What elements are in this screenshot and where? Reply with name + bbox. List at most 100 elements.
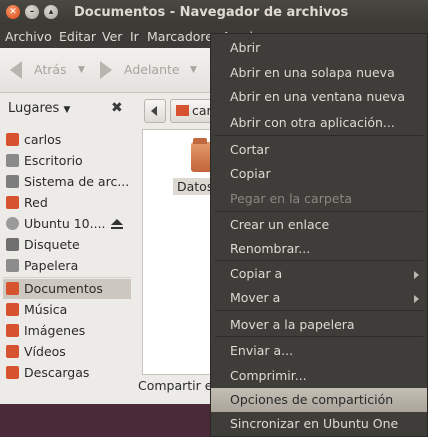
back-button[interactable]: Atrás (34, 62, 67, 77)
submenu-arrow-icon (414, 271, 419, 279)
menu-item-open-in-window[interactable]: Abrir en una ventana nueva (211, 85, 427, 109)
sidebar-item-label: carlos (24, 132, 62, 147)
documents-folder-icon (6, 282, 19, 295)
floppy-icon (6, 238, 19, 251)
menu-item-label: Copiar a (230, 266, 283, 281)
menu-item-label: Abrir en una solapa nueva (230, 65, 395, 80)
network-icon (6, 196, 19, 209)
status-bar-text: Compartir e (138, 378, 213, 393)
sidebar-item-imagenes[interactable]: Imágenes (3, 321, 131, 341)
back-arrow-icon (10, 61, 22, 79)
menu-item-label: Comprimir... (230, 368, 307, 383)
sidebar-item-escritorio[interactable]: Escritorio (3, 151, 131, 171)
close-window-button[interactable]: ✕ (6, 5, 20, 19)
eject-icon[interactable] (111, 219, 123, 229)
sidebar-item-red[interactable]: Red (3, 193, 131, 213)
sidebar-item-label: Sistema de arc... (24, 174, 130, 189)
downloads-folder-icon (6, 366, 19, 379)
sidebar-item-label: Música (24, 302, 68, 317)
back-history-chevron-icon[interactable]: ▼ (78, 65, 85, 75)
menu-ver[interactable]: Ver (102, 29, 122, 44)
sidebar-item-label: Imágenes (24, 323, 86, 338)
menu-item-cut[interactable]: Cortar (211, 138, 427, 162)
menu-item-label: Abrir con otra aplicación... (230, 115, 395, 130)
trash-icon (6, 259, 19, 272)
home-folder-icon (6, 133, 19, 146)
menu-item-move-to[interactable]: Mover a (211, 286, 427, 310)
chevron-down-icon: ▼ (63, 105, 71, 115)
forward-history-chevron-icon[interactable]: ▼ (190, 65, 197, 75)
title-bar: ✕ – ▴ Documentos - Navegador de archivos (0, 0, 428, 26)
menu-item-open-in-tab[interactable]: Abrir en una solapa nueva (211, 61, 427, 85)
menu-item-rename[interactable]: Renombrar... (211, 237, 427, 261)
menu-item-make-link[interactable]: Crear un enlace (211, 213, 427, 237)
minimize-window-button[interactable]: – (25, 5, 39, 19)
menu-item-label: Pegar en la carpeta (230, 191, 353, 206)
menu-item-compress[interactable]: Comprimir... (211, 364, 427, 388)
path-button-label: car (192, 103, 212, 118)
menu-archivo[interactable]: Archivo (5, 29, 52, 44)
menu-item-label: Mover a la papelera (230, 317, 355, 332)
sidebar-item-ubuntu-cd[interactable]: Ubuntu 10.... (3, 214, 131, 234)
menu-separator (215, 135, 423, 136)
menu-editar[interactable]: Editar (59, 29, 96, 44)
places-selector[interactable]: Lugares ▼ (8, 101, 70, 116)
menu-separator (215, 310, 423, 311)
sidebar-item-disquete[interactable]: Disquete (3, 235, 131, 255)
menu-item-label: Crear un enlace (230, 217, 330, 232)
menu-item-paste-into-folder: Pegar en la carpeta (211, 187, 427, 211)
menu-item-label: Mover a (230, 290, 281, 305)
maximize-window-button[interactable]: ▴ (44, 5, 58, 19)
submenu-arrow-icon (414, 295, 419, 303)
places-sidebar: Lugares ▼ ✖ carlos Escritorio Sistema de… (0, 93, 133, 404)
sidebar-item-papelera[interactable]: Papelera (3, 256, 131, 276)
menu-item-move-to-trash[interactable]: Mover a la papelera (211, 313, 427, 337)
desktop-icon (6, 154, 19, 167)
menu-item-abrir[interactable]: Abrir (211, 36, 427, 60)
menu-marcadores[interactable]: Marcadores (147, 29, 220, 44)
sidebar-item-descargas[interactable]: Descargas (3, 363, 131, 383)
sidebar-item-documentos[interactable]: Documentos (3, 279, 131, 299)
path-back-button[interactable] (144, 99, 166, 123)
sidebar-item-label: Escritorio (24, 153, 83, 168)
hard-drive-icon (6, 175, 19, 188)
music-folder-icon (6, 303, 19, 316)
menu-item-label: Copiar (230, 166, 271, 181)
sidebar-item-label: Papelera (24, 258, 79, 273)
sidebar-item-label: Descargas (24, 365, 90, 380)
sidebar-item-label: Ubuntu 10.... (24, 216, 106, 231)
forward-button[interactable]: Adelante (124, 62, 180, 77)
menu-separator (215, 336, 423, 337)
menu-item-sharing-options[interactable]: Opciones de compartición (211, 388, 427, 412)
menu-item-open-with[interactable]: Abrir con otra aplicación... (211, 111, 427, 135)
sidebar-item-videos[interactable]: Vídeos (3, 342, 131, 362)
sidebar-item-filesystem[interactable]: Sistema de arc... (3, 172, 131, 192)
menu-separator (215, 260, 423, 261)
context-menu: Abrir Abrir en una solapa nueva Abrir en… (210, 33, 428, 437)
sidebar-item-label: Disquete (24, 237, 80, 252)
forward-arrow-icon (100, 61, 112, 79)
menu-item-copy-to[interactable]: Copiar a (211, 262, 427, 286)
menu-item-sync-ubuntu-one[interactable]: Sincronizar en Ubuntu One (211, 412, 427, 436)
sidebar-item-musica[interactable]: Música (3, 300, 131, 320)
menu-item-label: Abrir (230, 40, 261, 55)
sidebar-divider (3, 277, 131, 278)
menu-item-copy[interactable]: Copiar (211, 162, 427, 186)
menu-item-label: Abrir en una ventana nueva (230, 89, 405, 104)
menu-separator (215, 211, 423, 212)
sidebar-item-carlos[interactable]: carlos (3, 130, 131, 150)
sidebar-item-label: Red (24, 195, 48, 210)
menu-item-label: Enviar a... (230, 343, 294, 358)
window-title: Documentos - Navegador de archivos (74, 5, 349, 20)
places-label: Lugares (8, 101, 60, 116)
menu-item-send-to[interactable]: Enviar a... (211, 339, 427, 363)
menu-item-label: Cortar (230, 142, 270, 157)
cd-icon (6, 217, 19, 230)
menu-ir[interactable]: Ir (130, 29, 139, 44)
videos-folder-icon (6, 345, 19, 358)
menu-item-label: Renombrar... (230, 241, 311, 256)
sidebar-item-label: Documentos (24, 281, 103, 296)
menu-item-label: Sincronizar en Ubuntu One (230, 416, 399, 431)
close-sidebar-icon[interactable]: ✖ (111, 100, 123, 116)
menu-item-label: Opciones de compartición (230, 392, 394, 407)
